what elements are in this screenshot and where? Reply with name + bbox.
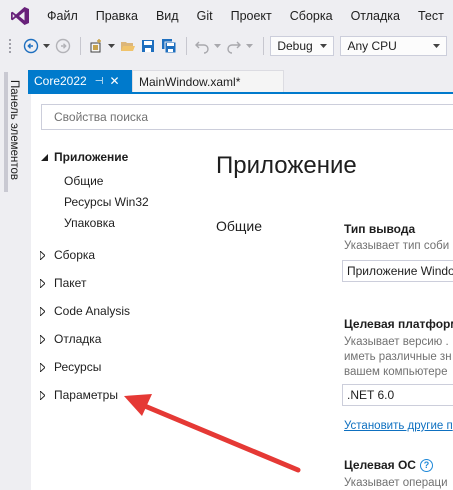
pin-icon[interactable]: ⊣ (95, 76, 104, 87)
toolbox-tab-label[interactable]: Панель элементов (8, 80, 20, 180)
target-framework-select[interactable]: .NET 6.0 (342, 384, 453, 406)
nav-group-settings[interactable]: Параметры (40, 388, 118, 402)
visual-studio-logo-icon[interactable] (10, 6, 30, 26)
output-type-value: Приложение Windo (347, 264, 453, 278)
chevron-down-icon (432, 44, 440, 48)
menu-bar: Файл Правка Вид Git Проект Сборка Отладк… (0, 0, 453, 32)
target-os-title: Целевая ОС (344, 458, 416, 472)
help-icon[interactable]: ? (419, 458, 433, 472)
nav-item-win32-resources[interactable]: Ресурсы Win32 (64, 195, 149, 209)
chevron-down-icon[interactable] (213, 37, 222, 55)
menu-view[interactable]: Вид (147, 0, 188, 32)
project-properties-page: Свойства поиска Приложение Общие Ресурсы… (31, 94, 453, 490)
target-platform-description-line: вашем компьютере (344, 366, 448, 378)
target-platform-description-line: Указывает версию . (344, 336, 449, 348)
nav-group-build[interactable]: Сборка (40, 248, 95, 262)
section-label-general: Общие (216, 218, 263, 234)
standard-toolbar: Debug Any CPU (0, 32, 453, 60)
menu-debug[interactable]: Отладка (342, 0, 409, 32)
nav-group-debug[interactable]: Отладка (40, 332, 101, 346)
target-framework-value: .NET 6.0 (347, 388, 395, 402)
solution-platform-value: Any CPU (347, 39, 397, 53)
output-type-title: Тип вывода (344, 222, 416, 236)
menu-edit[interactable]: Правка (87, 0, 147, 32)
toolbar-grip[interactable] (8, 38, 12, 54)
nav-group-package[interactable]: Пакет (40, 276, 86, 290)
redo-icon[interactable] (225, 37, 242, 55)
save-all-icon[interactable] (160, 37, 177, 55)
tab-label: MainWindow.xaml* (139, 74, 241, 89)
chevron-down-icon[interactable] (42, 37, 50, 55)
solution-configuration-select[interactable]: Debug (270, 36, 335, 56)
nav-group-label: Ресурсы (54, 360, 102, 374)
menu-test[interactable]: Тест (409, 0, 453, 32)
chevron-right-icon[interactable] (40, 362, 54, 372)
target-platform-description-line: иметь различные зн (344, 351, 452, 363)
output-type-description: Указывает тип соби (344, 240, 450, 252)
chevron-right-icon[interactable] (40, 278, 54, 288)
tab-core2022[interactable]: Core2022 ⊣ ✕ (28, 70, 132, 92)
forward-icon[interactable] (54, 37, 71, 55)
menu-project[interactable]: Проект (222, 0, 281, 32)
menu-file[interactable]: Файл (38, 0, 87, 32)
undo-icon[interactable] (193, 37, 210, 55)
nav-item-packaging[interactable]: Упаковка (64, 216, 115, 230)
close-icon[interactable]: ✕ (109, 74, 119, 88)
nav-group-label: Параметры (54, 388, 118, 402)
output-type-select[interactable]: Приложение Windo (342, 260, 453, 282)
chevron-down-icon[interactable] (40, 153, 54, 161)
toolbar-separator (186, 37, 188, 55)
chevron-down-icon (320, 44, 328, 48)
chevron-right-icon[interactable] (40, 390, 54, 400)
target-os-title-row: Целевая ОС ? (344, 458, 433, 472)
nav-group-label: Пакет (54, 276, 87, 290)
visual-studio-window: Файл Правка Вид Git Проект Сборка Отладк… (0, 0, 453, 490)
nav-group-label: Отладка (54, 332, 102, 346)
tab-mainwindow-xaml[interactable]: MainWindow.xaml* (132, 70, 284, 92)
nav-group-label: Code Analysis (54, 304, 131, 318)
nav-group-label: Приложение (54, 150, 129, 164)
chevron-down-icon[interactable] (107, 37, 116, 55)
toolbar-separator (263, 37, 265, 55)
left-tool-window-strip: Панель элементов (0, 60, 28, 490)
document-tab-bar: Core2022 ⊣ ✕ MainWindow.xaml* (28, 70, 453, 92)
chevron-right-icon[interactable] (40, 306, 54, 316)
nav-item-general[interactable]: Общие (64, 174, 103, 188)
target-os-description: Указывает операци (344, 477, 448, 489)
install-other-frameworks-link[interactable]: Установить другие п (344, 420, 453, 432)
nav-group-label: Сборка (54, 248, 96, 262)
chevron-down-icon[interactable] (246, 37, 254, 55)
chevron-right-icon[interactable] (40, 334, 54, 344)
search-properties-input[interactable]: Свойства поиска (41, 104, 453, 130)
tab-label: Core2022 (34, 74, 87, 88)
nav-group-code-analysis[interactable]: Code Analysis (40, 304, 130, 318)
nav-group-resources[interactable]: Ресурсы (40, 360, 101, 374)
open-folder-icon[interactable] (119, 37, 136, 55)
chevron-right-icon[interactable] (40, 250, 54, 260)
solution-platform-select[interactable]: Any CPU (340, 36, 447, 56)
solution-configuration-value: Debug (277, 39, 313, 53)
new-project-icon[interactable] (87, 37, 104, 55)
toolbar-separator (80, 37, 82, 55)
back-icon[interactable] (22, 37, 39, 55)
nav-group-application[interactable]: Приложение (40, 150, 128, 164)
save-icon[interactable] (140, 37, 157, 55)
menu-build[interactable]: Сборка (281, 0, 342, 32)
menu-git[interactable]: Git (188, 0, 222, 32)
page-title: Приложение (216, 152, 357, 179)
target-platform-title: Целевая платформ (344, 317, 453, 331)
